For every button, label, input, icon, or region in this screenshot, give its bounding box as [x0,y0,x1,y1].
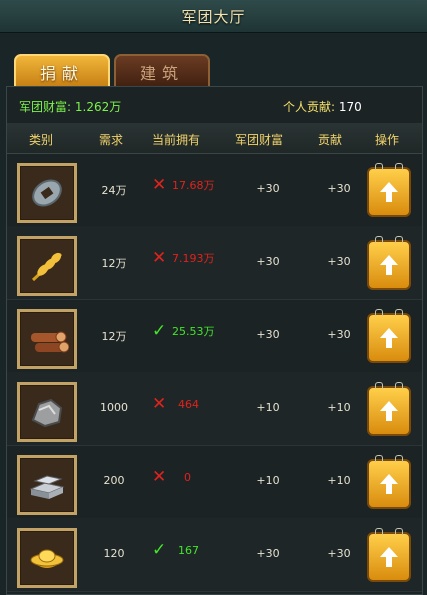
have-value: 167 [178,543,199,557]
arrow-up-icon [380,182,398,202]
current-have: ✓ 167 [152,540,199,560]
current-have: ✕ 17.68万 [152,175,215,195]
table-row: 1000 ✕ 464 +10 +10 [7,372,422,446]
requirement: 12万 [101,257,127,270]
have-value: 17.68万 [172,179,215,192]
cross-icon: ✕ [152,248,167,268]
requirement: 1000 [100,401,128,414]
donate-button[interactable] [367,236,411,290]
have-value: 0 [184,470,191,484]
wealth-gain: +30 [256,328,280,341]
requirement: 120 [103,547,125,560]
donate-button[interactable] [367,528,411,582]
col-category: 类别 [29,133,54,147]
current-have: ✕ 464 [152,394,199,414]
col-contribution: 贡献 [318,133,343,147]
table-header: 类别 需求 当前拥有 军团财富 贡献 操作 [7,123,422,154]
requirement: 200 [103,474,125,487]
tab-bar: 捐献 建筑 [0,44,427,90]
wood-logs-icon [17,309,77,369]
col-legion-wealth: 军团财富 [235,133,284,147]
title-bar: 军团大厅 [0,0,427,33]
arrow-up-icon [380,328,398,348]
personal-contribution: 个人贡献: 170 [283,98,362,115]
have-value: 7.193万 [172,252,215,265]
have-value: 464 [178,397,199,411]
donate-button[interactable] [367,382,411,436]
table-row: 12万 ✕ 7.193万 +30 +30 [7,226,422,300]
cross-icon: ✕ [152,394,167,414]
contribution-gain: +30 [327,547,351,560]
current-have: ✕ 0 [152,467,191,487]
wheat-icon [17,236,77,296]
table-row: 120 ✓ 167 +30 +30 [7,518,422,592]
donate-button[interactable] [367,163,411,217]
coin-icon [17,163,77,223]
table-row: 200 ✕ 0 +10 +10 [7,445,422,519]
tab-donate[interactable]: 捐献 [14,54,110,90]
arrow-up-icon [380,547,398,567]
requirement: 24万 [101,184,127,197]
wealth-gain: +10 [256,401,280,414]
donate-button[interactable] [367,455,411,509]
tab-buildings[interactable]: 建筑 [114,54,210,90]
personal-contribution-label: 个人贡献: [283,100,336,114]
check-icon: ✓ [152,321,167,341]
check-icon: ✓ [152,540,167,560]
arrow-up-icon [380,474,398,494]
summary-bar: 军团财富: 1.262万 个人贡献: 170 [7,87,422,124]
gold-ingot-icon [17,528,77,588]
wealth-gain: +30 [256,547,280,560]
ore-rock-icon [17,382,77,442]
col-current-have: 当前拥有 [152,133,201,147]
iron-ingot-icon [17,455,77,515]
wealth-gain: +10 [256,474,280,487]
contribution-gain: +30 [327,182,351,195]
personal-contribution-value: 170 [338,100,362,114]
current-have: ✓ 25.53万 [152,321,215,341]
legion-wealth-value: 1.262万 [74,100,122,114]
legion-wealth: 军团财富: 1.262万 [19,98,121,115]
arrow-up-icon [380,401,398,421]
col-requirement: 需求 [99,133,124,147]
window-title: 军团大厅 [181,7,246,26]
wealth-gain: +30 [256,255,280,268]
have-value: 25.53万 [172,325,215,338]
table-row: 24万 ✕ 17.68万 +30 +30 [7,153,422,227]
cross-icon: ✕ [152,467,167,487]
donate-button[interactable] [367,309,411,363]
current-have: ✕ 7.193万 [152,248,215,268]
contribution-gain: +30 [327,255,351,268]
arrow-up-icon [380,255,398,275]
requirement: 12万 [101,330,127,343]
table-row: 12万 ✓ 25.53万 +30 +30 [7,299,422,373]
contribution-gain: +10 [327,474,351,487]
wealth-gain: +30 [256,182,280,195]
contribution-gain: +30 [327,328,351,341]
legion-wealth-label: 军团财富: [19,100,72,114]
contribution-gain: +10 [327,401,351,414]
cross-icon: ✕ [152,175,167,195]
donation-panel: 军团财富: 1.262万 个人贡献: 170 类别 需求 当前拥有 军团财富 贡… [6,86,423,595]
col-action: 操作 [375,133,400,147]
